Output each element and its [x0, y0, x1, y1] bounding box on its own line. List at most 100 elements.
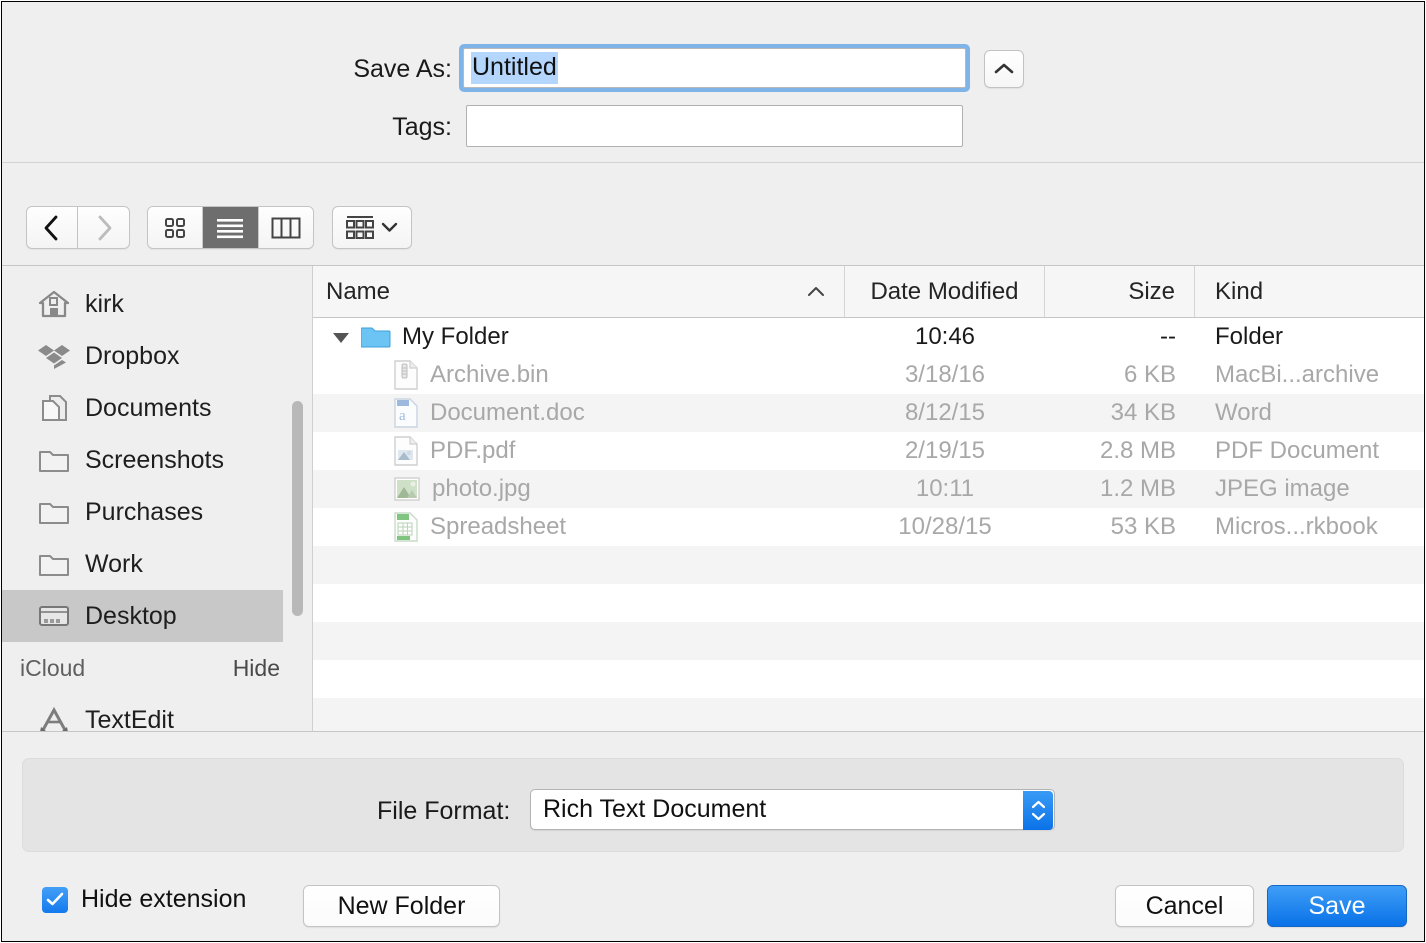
file-kind: Folder — [1215, 323, 1284, 350]
documents-icon — [42, 395, 67, 421]
sidebar-item-label: TextEdit — [85, 705, 174, 732]
file-list-header: Name Date Modified Size Kind — [313, 266, 1424, 318]
table-row[interactable]: PDF.pdf 2/19/15 2.8 MB PDF Document — [313, 432, 1424, 470]
file-name-cell: Archive.bin — [313, 360, 845, 390]
file-name-cell: My Folder — [313, 323, 845, 351]
sidebar[interactable]: kirk Dropbox Documents Screenshots Purch… — [2, 266, 313, 731]
folder-icon — [39, 555, 69, 576]
back-button[interactable] — [26, 206, 78, 249]
file-date: 10:46 — [914, 323, 976, 350]
collapse-dialog-button[interactable] — [984, 50, 1024, 88]
column-view-button[interactable] — [258, 207, 313, 248]
column-header-label: Name — [326, 277, 391, 305]
column-header-kind[interactable]: Kind — [1195, 266, 1424, 317]
sidebar-item-label: Dropbox — [85, 341, 180, 370]
column-header-size[interactable]: Size — [1045, 266, 1195, 317]
file-name: Archive.bin — [430, 361, 549, 388]
file-name: PDF.pdf — [430, 437, 516, 464]
table-row[interactable]: photo.jpg 10:11 1.2 MB JPEG image — [313, 470, 1424, 508]
sidebar-item-desktop[interactable]: Desktop — [2, 590, 283, 642]
sidebar-item-label: Purchases — [85, 497, 204, 526]
tags-input[interactable] — [466, 105, 963, 147]
file-date: 2/19/15 — [904, 437, 986, 464]
sort-ascending-icon — [808, 286, 824, 296]
table-row[interactable]: Archive.bin 3/18/16 6 KB MacBi...archive — [313, 356, 1424, 394]
sidebar-item-work[interactable]: Work — [2, 538, 312, 590]
column-header-label: Date Modified — [870, 277, 1019, 305]
column-header-label: Kind — [1215, 277, 1264, 305]
file-kind: JPEG image — [1215, 475, 1350, 502]
file-name: photo.jpg — [432, 475, 531, 502]
sidebar-item-textedit[interactable]: TextEdit — [2, 694, 312, 731]
sidebar-item-dropbox[interactable]: Dropbox — [2, 330, 312, 382]
file-format-popup-button[interactable]: Rich Text Document — [530, 789, 1055, 830]
file-format-label: File Format: — [377, 797, 511, 825]
desktop-icon — [39, 606, 69, 626]
toolbar: Desktop Search — [2, 163, 1424, 410]
forward-button[interactable] — [78, 206, 130, 249]
save-button[interactable]: Save — [1267, 885, 1407, 927]
excel-file-icon — [393, 512, 419, 542]
file-date: 3/18/16 — [904, 361, 986, 388]
table-row[interactable]: a Document.doc 8/12/15 34 KB Word — [313, 394, 1424, 432]
file-format-value: Rich Text Document — [543, 795, 767, 823]
table-row[interactable]: Spreadsheet 10/28/15 53 KB Micros...rkbo… — [313, 508, 1424, 546]
chevron-left-icon — [44, 215, 58, 240]
list-icon — [217, 218, 244, 238]
sidebar-section-hide-button[interactable]: Hide — [233, 655, 280, 682]
file-size: 1.2 MB — [1099, 475, 1176, 502]
disclosure-triangle-icon[interactable] — [325, 329, 357, 345]
save-as-value: Untitled — [471, 52, 558, 84]
folder-icon — [39, 503, 69, 524]
svg-text:a: a — [399, 408, 406, 424]
triangle-down-icon — [333, 333, 349, 343]
sidebar-item-label: Documents — [85, 393, 212, 422]
sidebar-item-kirk[interactable]: kirk — [2, 278, 312, 330]
image-file-icon — [393, 475, 421, 503]
column-header-date-modified[interactable]: Date Modified — [845, 266, 1045, 317]
sidebar-item-purchases[interactable]: Purchases — [2, 486, 312, 538]
blue-folder-icon — [361, 324, 391, 350]
sidebar-item-label: kirk — [85, 289, 124, 318]
file-date: 8/12/15 — [904, 399, 986, 426]
icon-view-button[interactable] — [148, 207, 204, 248]
file-size: -- — [1160, 323, 1176, 350]
save-dialog: Save As: Untitled Tags: kirk Dropbox Doc… — [1, 1, 1425, 942]
textedit-icon — [40, 706, 68, 731]
save-as-label: Save As: — [353, 55, 452, 83]
sidebar-item-label: Work — [85, 549, 143, 578]
content-area: kirk Dropbox Documents Screenshots Purch… — [2, 265, 1424, 731]
hide-extension-checkbox-row[interactable]: Hide extension — [42, 885, 246, 914]
dropbox-icon — [38, 345, 70, 369]
list-view-button[interactable] — [203, 207, 259, 248]
table-row[interactable]: My Folder 10:46 -- Folder — [313, 318, 1424, 356]
checkmark-icon — [46, 892, 64, 906]
sidebar-item-label: Screenshots — [85, 445, 224, 474]
file-name: Document.doc — [430, 399, 585, 426]
bottom-bar: Hide extension New Folder Cancel Save — [2, 862, 1424, 941]
view-mode-segmented-control[interactable] — [147, 206, 314, 249]
sidebar-scrollbar[interactable] — [292, 401, 303, 616]
word-file-icon: a — [393, 398, 419, 428]
chevron-down-icon — [1031, 812, 1045, 821]
chevron-up-icon — [1031, 800, 1045, 809]
file-format-stepper[interactable] — [1023, 791, 1053, 830]
binary-file-icon — [393, 360, 419, 390]
sidebar-item-screenshots[interactable]: Screenshots — [2, 434, 312, 486]
chevron-down-icon — [381, 222, 398, 232]
save-as-input[interactable]: Untitled — [463, 48, 966, 88]
table-row-empty — [313, 546, 1424, 584]
home-icon — [38, 290, 70, 318]
file-size: 2.8 MB — [1099, 437, 1176, 464]
cancel-button[interactable]: Cancel — [1115, 885, 1254, 927]
arrange-by-button[interactable] — [332, 206, 412, 249]
sidebar-item-documents[interactable]: Documents — [2, 382, 312, 434]
save-as-field[interactable]: Untitled — [459, 44, 970, 92]
name-panel: Save As: Untitled Tags: — [2, 2, 1424, 163]
grid-icon — [165, 217, 186, 238]
new-folder-button[interactable]: New Folder — [303, 885, 500, 927]
file-name-cell: a Document.doc — [313, 398, 845, 428]
hide-extension-checkbox[interactable] — [42, 886, 68, 913]
file-kind: Word — [1215, 399, 1272, 426]
column-header-name[interactable]: Name — [313, 266, 845, 317]
